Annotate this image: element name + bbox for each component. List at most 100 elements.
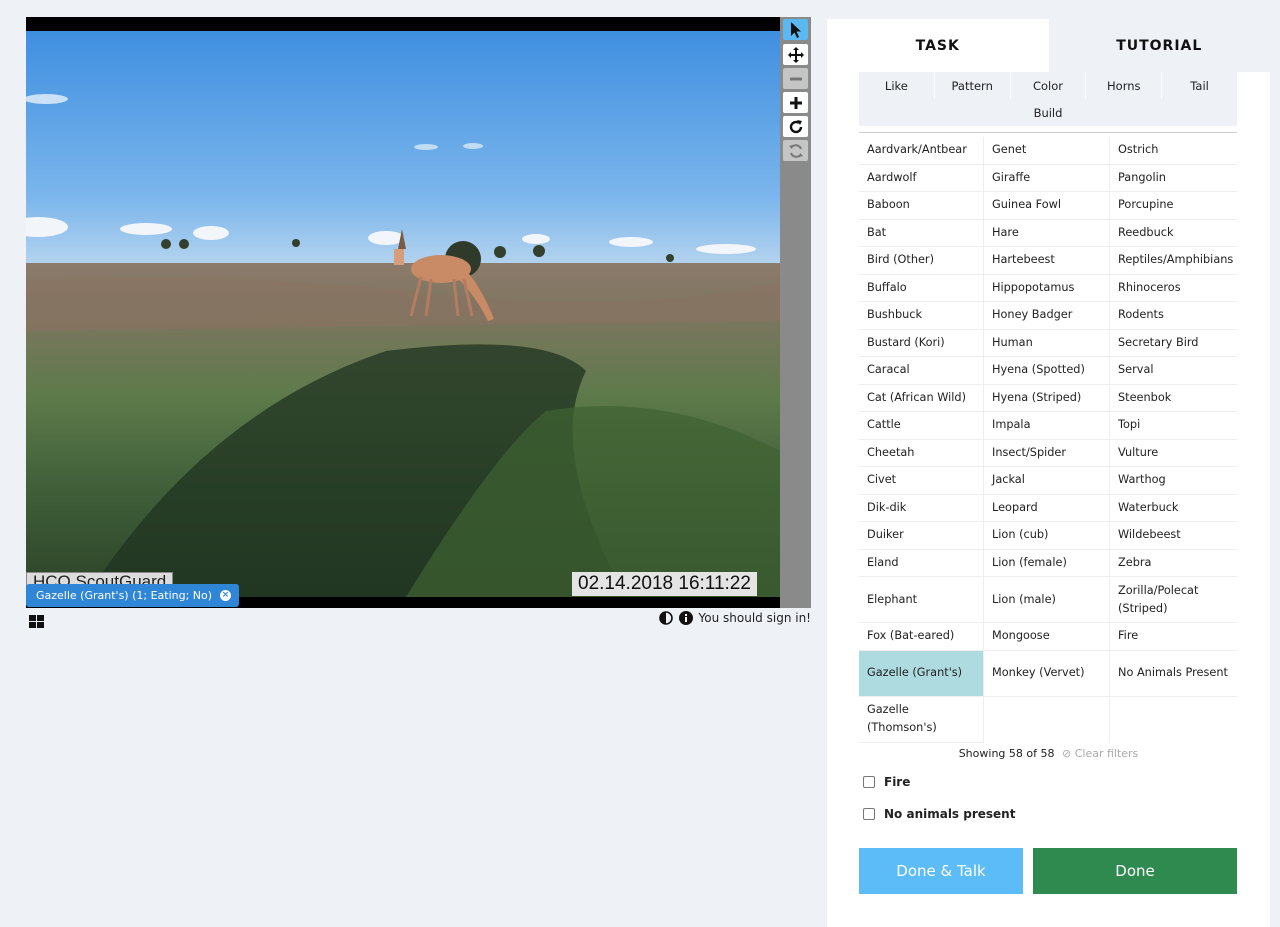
- fire-checkbox[interactable]: Fire: [863, 775, 910, 789]
- info-icon[interactable]: [678, 611, 693, 625]
- filter-color[interactable]: Color: [1011, 72, 1087, 99]
- choice-lion-male[interactable]: Lion (male): [984, 577, 1110, 623]
- clear-filters-button[interactable]: ⊘ Clear filters: [1062, 747, 1138, 760]
- choice-hartebeest[interactable]: Hartebeest: [984, 247, 1110, 275]
- done-and-talk-button[interactable]: Done & Talk: [859, 848, 1023, 894]
- rotate-icon[interactable]: [783, 116, 808, 137]
- choice-genet[interactable]: Genet: [984, 137, 1110, 165]
- choice-insect-spider[interactable]: Insect/Spider: [984, 439, 1110, 467]
- choice-hare[interactable]: Hare: [984, 219, 1110, 247]
- tab-tutorial[interactable]: TUTORIAL: [1048, 19, 1270, 72]
- viewer-meta: You should sign in!: [658, 611, 811, 625]
- choice-steenbok[interactable]: Steenbok: [1110, 385, 1237, 412]
- choice-cattle[interactable]: Cattle: [859, 412, 984, 440]
- choice-hyena-striped[interactable]: Hyena (Striped): [984, 384, 1110, 412]
- choice-bustard-kori[interactable]: Bustard (Kori): [859, 329, 984, 357]
- clear-filters-label: Clear filters: [1074, 747, 1139, 760]
- choice-duiker[interactable]: Duiker: [859, 522, 984, 550]
- choice-caracal[interactable]: Caracal: [859, 357, 984, 385]
- panel-tabs: TASK TUTORIAL: [827, 19, 1270, 72]
- filter-tail[interactable]: Tail: [1162, 72, 1237, 99]
- choice-baboon[interactable]: Baboon: [859, 192, 984, 220]
- choice-reedbuck[interactable]: Reedbuck: [1110, 220, 1237, 247]
- filter-build[interactable]: Build: [859, 99, 1237, 126]
- choice-gazelle-grant-s[interactable]: Gazelle (Grant's): [859, 650, 984, 697]
- choice-no-animals-present[interactable]: No Animals Present: [1110, 651, 1237, 697]
- choice-dik-dik[interactable]: Dik-dik: [859, 494, 984, 522]
- choice-honey-badger[interactable]: Honey Badger: [984, 302, 1110, 330]
- choice-lion-female[interactable]: Lion (female): [984, 549, 1110, 577]
- move-icon[interactable]: [783, 44, 808, 65]
- choice-secretary-bird[interactable]: Secretary Bird: [1110, 330, 1237, 357]
- checkbox-icon[interactable]: [863, 808, 875, 820]
- choice-monkey-vervet[interactable]: Monkey (Vervet): [984, 650, 1110, 697]
- tab-task[interactable]: TASK: [827, 19, 1049, 72]
- fire-checkbox-label: Fire: [884, 775, 911, 789]
- choice-hippopotamus[interactable]: Hippopotamus: [984, 274, 1110, 302]
- subject-image[interactable]: [26, 31, 780, 597]
- choice-cheetah[interactable]: Cheetah: [859, 439, 984, 467]
- choice-civet[interactable]: Civet: [859, 467, 984, 495]
- no-animals-checkbox[interactable]: No animals present: [863, 807, 1015, 821]
- choice-fire[interactable]: Fire: [1110, 623, 1237, 651]
- choice-lion-cub[interactable]: Lion (cub): [984, 522, 1110, 550]
- choice-elephant[interactable]: Elephant: [859, 577, 984, 623]
- choice-reptiles-amphibians[interactable]: Reptiles/Amphibians: [1110, 247, 1237, 275]
- choice-rodents[interactable]: Rodents: [1110, 302, 1237, 330]
- species-choices: Aardvark/Antbear Genet Ostrich Aardwolf Gira…: [859, 137, 1237, 743]
- grid-icon[interactable]: [29, 613, 44, 632]
- choice-warthog[interactable]: Warthog: [1110, 467, 1237, 495]
- choice-giraffe[interactable]: Giraffe: [984, 164, 1110, 192]
- pointer-icon[interactable]: [783, 19, 808, 40]
- empty-cell: [984, 696, 1110, 743]
- divider: [859, 132, 1237, 133]
- choice-zorilla-polecat-striped[interactable]: Zorilla/Polecat (Striped): [1110, 577, 1237, 623]
- choice-bird-other[interactable]: Bird (Other): [859, 247, 984, 275]
- choice-pangolin[interactable]: Pangolin: [1110, 165, 1237, 192]
- empty-cell: [1110, 697, 1237, 743]
- contrast-icon[interactable]: [658, 611, 673, 625]
- choice-hyena-spotted[interactable]: Hyena (Spotted): [984, 357, 1110, 385]
- choice-gazelle-thomson-s[interactable]: Gazelle (Thomson's): [859, 696, 984, 743]
- no-animals-checkbox-label: No animals present: [884, 807, 1016, 821]
- choice-mongoose[interactable]: Mongoose: [984, 623, 1110, 651]
- done-button[interactable]: Done: [1033, 848, 1237, 894]
- zoom-out-icon[interactable]: [783, 68, 808, 89]
- choice-porcupine[interactable]: Porcupine: [1110, 192, 1237, 220]
- choice-ostrich[interactable]: Ostrich: [1110, 137, 1237, 165]
- choice-eland[interactable]: Eland: [859, 549, 984, 577]
- choice-jackal[interactable]: Jackal: [984, 467, 1110, 495]
- checkbox-icon[interactable]: [863, 776, 875, 788]
- choice-fox-bat-eared[interactable]: Fox (Bat-eared): [859, 623, 984, 651]
- sign-in-message: You should sign in!: [698, 611, 811, 625]
- choice-cat-african-wild[interactable]: Cat (African Wild): [859, 384, 984, 412]
- choice-aardwolf[interactable]: Aardwolf: [859, 164, 984, 192]
- choice-impala[interactable]: Impala: [984, 412, 1110, 440]
- choice-waterbuck[interactable]: Waterbuck: [1110, 495, 1237, 522]
- filter-like[interactable]: Like: [859, 72, 935, 99]
- choice-wildebeest[interactable]: Wildebeest: [1110, 522, 1237, 550]
- choice-topi[interactable]: Topi: [1110, 412, 1237, 440]
- image-timestamp: 02.14.2018 16:11:22: [572, 572, 757, 596]
- choice-rhinoceros[interactable]: Rhinoceros: [1110, 275, 1237, 302]
- choice-buffalo[interactable]: Buffalo: [859, 274, 984, 302]
- choice-guinea-fowl[interactable]: Guinea Fowl: [984, 192, 1110, 220]
- choice-human[interactable]: Human: [984, 329, 1110, 357]
- filter-pattern[interactable]: Pattern: [935, 72, 1011, 99]
- filter-horns[interactable]: Horns: [1086, 72, 1163, 99]
- choice-serval[interactable]: Serval: [1110, 357, 1237, 385]
- close-icon[interactable]: ×: [220, 590, 232, 601]
- showing-text: Showing 58 of 58: [958, 747, 1055, 760]
- zoom-in-icon[interactable]: [783, 92, 808, 113]
- choice-vulture[interactable]: Vulture: [1110, 440, 1237, 467]
- reset-icon[interactable]: [783, 140, 808, 161]
- choice-bushbuck[interactable]: Bushbuck: [859, 302, 984, 330]
- choice-leopard[interactable]: Leopard: [984, 494, 1110, 522]
- choice-zebra[interactable]: Zebra: [1110, 550, 1237, 577]
- showing-count: Showing 58 of 58 ⊘ Clear filters: [827, 747, 1270, 760]
- annotation-tag-label: Gazelle (Grant's) (1; Eating; No): [36, 589, 213, 602]
- choice-aardvark-antbear[interactable]: Aardvark/Antbear: [859, 137, 984, 165]
- choice-bat[interactable]: Bat: [859, 219, 984, 247]
- annotation-tag[interactable]: Gazelle (Grant's) (1; Eating; No) ×: [26, 584, 240, 607]
- filter-bar: Like Pattern Color Horns Tail Build: [859, 72, 1237, 133]
